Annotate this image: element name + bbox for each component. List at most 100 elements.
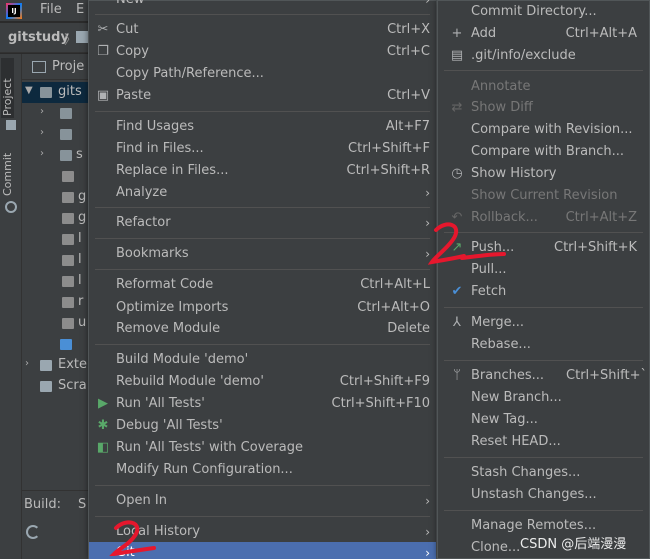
menu-item-new-tag[interactable]: New Tag... — [438, 409, 649, 431]
menu-item-modify-run-configuration[interactable]: Modify Run Configuration... — [89, 459, 436, 481]
tree-row-external-libraries[interactable]: › Exte — [22, 355, 94, 376]
menu-item-remove-module[interactable]: Remove Module Delete — [89, 318, 436, 340]
menu-item-shortcut: Ctrl+Shift+F9 — [339, 374, 430, 389]
breadcrumb-project[interactable]: gitstudy — [8, 30, 69, 45]
tree-row[interactable]: g — [22, 208, 94, 229]
tree-row-scratches[interactable]: Scra — [22, 376, 94, 397]
reload-icon[interactable] — [26, 525, 40, 539]
tree-row[interactable] — [22, 166, 94, 187]
tree-row[interactable]: › — [22, 103, 94, 124]
menu-item-label: Reset HEAD... — [471, 434, 561, 449]
menu-item-find-in-files[interactable]: Find in Files... Ctrl+Shift+F — [89, 138, 436, 160]
menu-item-bookmarks[interactable]: Bookmarks › — [89, 243, 436, 265]
menu-item-reformat-code[interactable]: Reformat Code Ctrl+Alt+L — [89, 274, 436, 296]
menu-separator — [444, 70, 643, 71]
menu-item-label: Push... — [471, 240, 515, 255]
menu-item-label: Paste — [116, 88, 152, 103]
left-tool-strip: Project Commit — [0, 54, 22, 559]
menu-item-analyze[interactable]: Analyze › — [89, 182, 436, 204]
tree-row[interactable]: › s — [22, 145, 94, 166]
menu-item-open-in[interactable]: Open In › — [89, 490, 436, 512]
menu-item-compare-revision[interactable]: Compare with Revision... — [438, 119, 649, 141]
menu-item-push[interactable]: ↗ Push... Ctrl+Shift+K — [438, 237, 649, 259]
menu-item-label: Annotate — [471, 79, 531, 94]
tree-row[interactable]: u — [22, 313, 94, 334]
menu-item-add[interactable]: + Add Ctrl+Alt+A — [438, 23, 649, 45]
menu-item-label: Show Diff — [471, 100, 533, 115]
menu-item-debug-tests[interactable]: ✱ Debug 'All Tests' — [89, 415, 436, 437]
menu-item-show-diff[interactable]: ⇄ Show Diff — [438, 97, 649, 119]
debug-icon: ✱ — [97, 418, 109, 433]
tab-commit[interactable]: Commit — [1, 136, 14, 196]
menu-item-rebase[interactable]: Rebase... — [438, 334, 649, 356]
tree-row[interactable]: l — [22, 271, 94, 292]
tree-label: r — [78, 294, 84, 309]
menu-item-show-history[interactable]: ◷ Show History — [438, 163, 649, 185]
menu-item-label: Compare with Branch... — [471, 144, 625, 159]
menu-item-find-usages[interactable]: Find Usages Alt+F7 — [89, 116, 436, 138]
rollback-icon: ↶ — [451, 210, 463, 225]
menu-item-rebuild-module[interactable]: Rebuild Module 'demo' Ctrl+Shift+F9 — [89, 371, 436, 393]
chevron-right-icon: › — [425, 525, 430, 539]
menu-item-cut[interactable]: ✂ Cut Ctrl+X — [89, 19, 436, 41]
menu-item-fetch[interactable]: ✔ Fetch — [438, 281, 649, 303]
tree-label: l — [78, 231, 82, 246]
menu-item-build-module[interactable]: Build Module 'demo' — [89, 349, 436, 371]
tree-row[interactable]: › — [22, 124, 94, 145]
chevron-down-icon[interactable]: ▼ — [25, 85, 33, 96]
tree-row[interactable]: l — [22, 250, 94, 271]
menu-item-rollback[interactable]: ↶ Rollback... Ctrl+Alt+Z — [438, 207, 649, 229]
tab-project[interactable]: Project — [1, 58, 14, 118]
menu-item-label: Fetch — [471, 284, 507, 299]
menu-item-local-history[interactable]: Local History › — [89, 521, 436, 543]
tree-row[interactable]: l — [22, 229, 94, 250]
menu-item-new[interactable]: New › — [89, 0, 436, 11]
menu-item-branches[interactable]: ᛘ Branches... Ctrl+Shift+` — [438, 365, 649, 387]
menu-item-paste[interactable]: ▣ Paste Ctrl+V — [89, 85, 436, 107]
menu-item-compare-branch[interactable]: Compare with Branch... — [438, 141, 649, 163]
menu-item-run-tests[interactable]: ▶ Run 'All Tests' Ctrl+Shift+F10 — [89, 393, 436, 415]
menu-item-optimize-imports[interactable]: Optimize Imports Ctrl+Alt+O — [89, 297, 436, 319]
coverage-icon: ◧ — [96, 440, 110, 455]
tree-row[interactable]: g — [22, 187, 94, 208]
tree-label: s — [76, 147, 83, 162]
menu-item-run-with-coverage[interactable]: ◧ Run 'All Tests' with Coverage — [89, 437, 436, 459]
context-menu: New › ✂ Cut Ctrl+X ❐ Copy Ctrl+C Copy Pa… — [88, 0, 437, 559]
menu-item-git-exclude[interactable]: ▤ .git/info/exclude — [438, 45, 649, 67]
menu-item-unstash-changes[interactable]: Unstash Changes... — [438, 484, 649, 506]
menu-item-copy-path[interactable]: Copy Path/Reference... — [89, 63, 436, 85]
menu-item-stash-changes[interactable]: Stash Changes... — [438, 462, 649, 484]
menu-item-git[interactable]: Git › — [89, 542, 436, 559]
chevron-right-icon[interactable]: › — [40, 148, 44, 159]
menu-edit[interactable]: E — [76, 2, 84, 17]
menu-item-reset-head[interactable]: Reset HEAD... — [438, 431, 649, 453]
file-icon — [62, 234, 74, 245]
tree-row[interactable] — [22, 334, 94, 355]
menu-item-copy[interactable]: ❐ Copy Ctrl+C — [89, 41, 436, 63]
menu-item-annotate[interactable]: Annotate — [438, 76, 649, 98]
chevron-right-icon[interactable]: › — [40, 106, 44, 117]
menu-item-replace-in-files[interactable]: Replace in Files... Ctrl+Shift+R — [89, 160, 436, 182]
tree-label: g — [78, 189, 87, 204]
menu-item-refactor[interactable]: Refactor › — [89, 212, 436, 234]
menu-item-label: Run 'All Tests' with Coverage — [116, 440, 303, 455]
menu-item-label: Bookmarks — [116, 246, 189, 261]
build-tab[interactable]: S — [78, 497, 86, 512]
menu-item-commit-directory[interactable]: Commit Directory... — [438, 1, 649, 23]
menu-item-label: Show Current Revision — [471, 188, 618, 203]
menu-item-label: Compare with Revision... — [471, 122, 633, 137]
menu-item-label: Pull... — [471, 262, 507, 277]
chevron-right-icon[interactable]: › — [40, 127, 44, 138]
menu-file[interactable]: File — [40, 2, 62, 17]
menu-separator — [444, 232, 643, 233]
menu-item-merge[interactable]: ⅄ Merge... — [438, 312, 649, 334]
menu-item-label: Open In — [116, 493, 167, 508]
tree-row-root[interactable]: ▼ gits — [22, 82, 94, 103]
menu-item-pull[interactable]: Pull... — [438, 259, 649, 281]
menu-item-show-current-revision[interactable]: Show Current Revision — [438, 185, 649, 207]
menu-item-label: New Branch... — [471, 390, 562, 405]
chevron-right-icon[interactable]: › — [25, 358, 29, 369]
tree-row[interactable]: r — [22, 292, 94, 313]
menu-item-shortcut: Ctrl+Alt+L — [360, 277, 430, 292]
menu-item-new-branch[interactable]: New Branch... — [438, 387, 649, 409]
